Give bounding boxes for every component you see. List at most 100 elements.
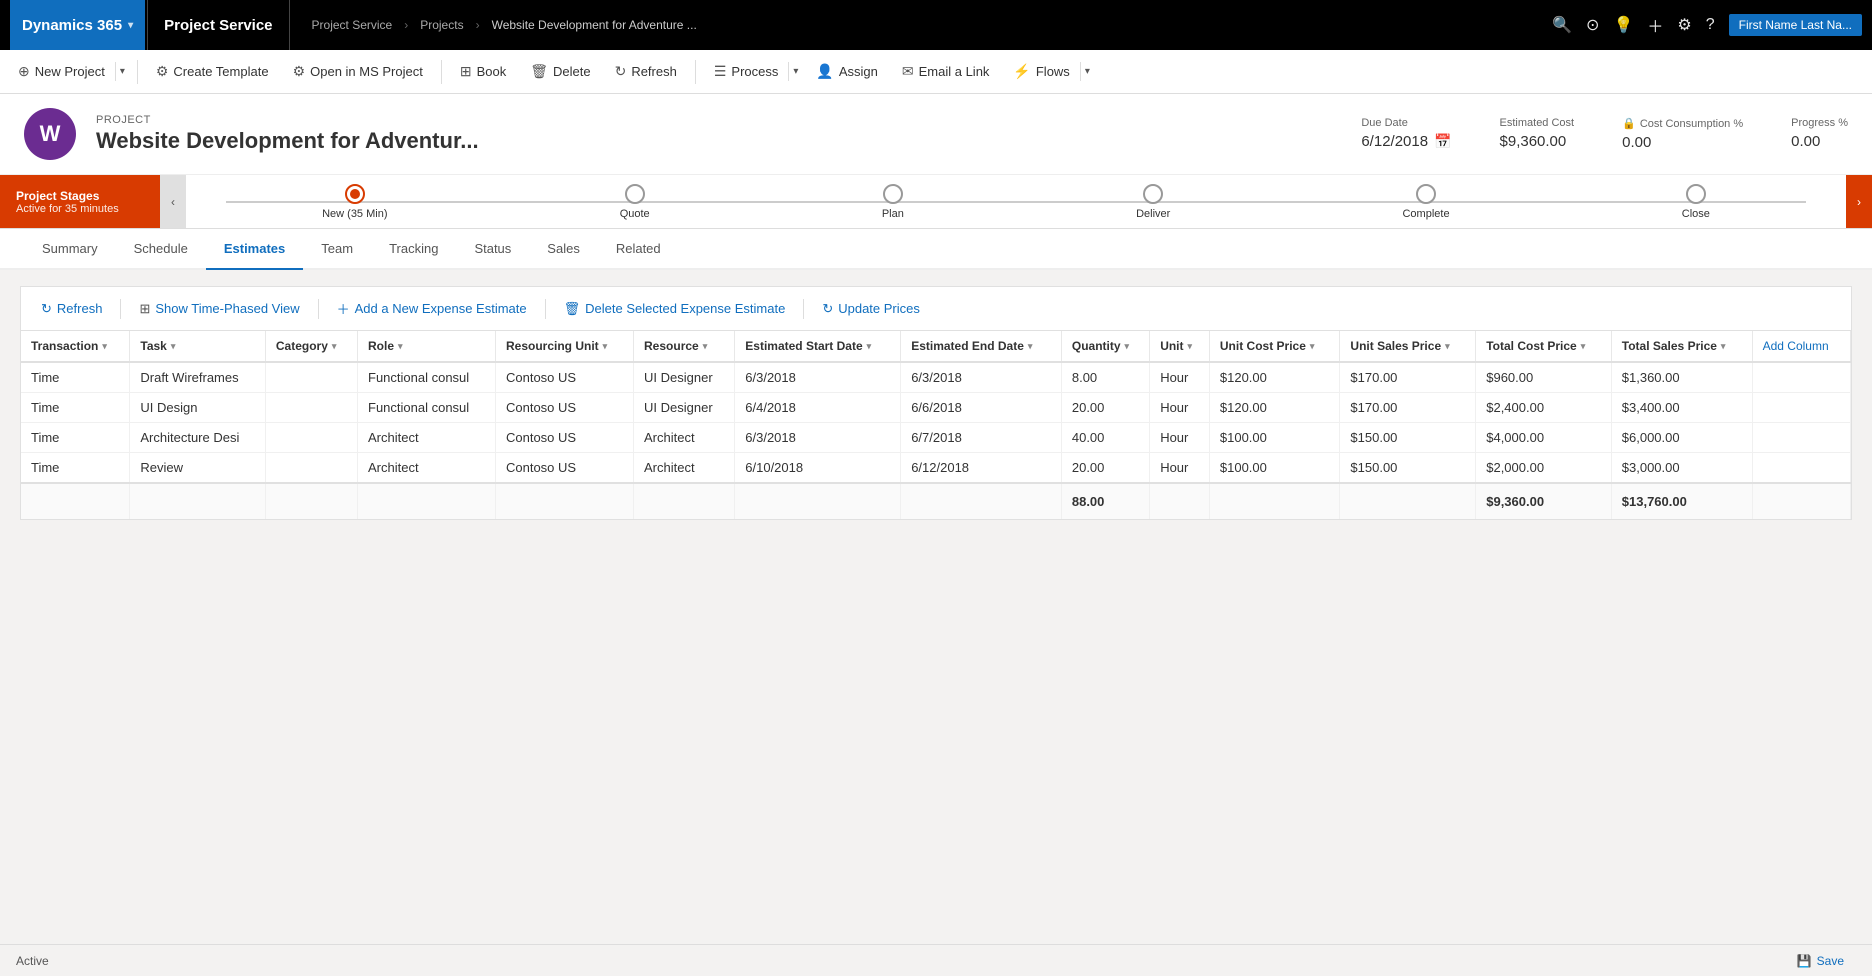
col-header-total-sales-price[interactable]: Total Sales Price ▾	[1611, 331, 1752, 362]
stage-new[interactable]: New (35 Min)	[322, 184, 387, 220]
col-header-unit-sales-price[interactable]: Unit Sales Price ▾	[1340, 331, 1476, 362]
col-header-role[interactable]: Role ▾	[358, 331, 496, 362]
add-expense-icon: ＋	[337, 299, 350, 318]
col-header-start-date[interactable]: Estimated Start Date ▾	[735, 331, 901, 362]
cell-estimatedEndDate-1: 6/6/2018	[901, 393, 1062, 423]
tab-sales[interactable]: Sales	[529, 229, 598, 270]
cell-estimatedStartDate-3: 6/10/2018	[735, 453, 901, 484]
stage-deliver[interactable]: Deliver	[1136, 184, 1170, 220]
breadcrumb-item-1[interactable]: Project Service	[312, 18, 393, 32]
table-row: TimeDraft WireframesFunctional consulCon…	[21, 362, 1851, 393]
sort-icon-transaction: ▾	[102, 341, 107, 352]
estimates-refresh-button[interactable]: ↻ Refresh	[33, 297, 110, 321]
col-header-unit[interactable]: Unit ▾	[1150, 331, 1210, 362]
save-button[interactable]: 💾 Save	[1785, 950, 1856, 972]
col-header-unit-cost-price[interactable]: Unit Cost Price ▾	[1209, 331, 1340, 362]
col-header-total-cost-price[interactable]: Total Cost Price ▾	[1476, 331, 1612, 362]
help-icon[interactable]: ?	[1706, 16, 1715, 34]
dashboard-icon[interactable]: ⊙	[1586, 15, 1599, 35]
plus-icon[interactable]: ＋	[1647, 13, 1663, 37]
update-prices-label: Update Prices	[838, 301, 920, 316]
flows-button[interactable]: ⚡ Flows	[1003, 59, 1079, 84]
cell-totalSalesPrice-0: $1,360.00	[1611, 362, 1752, 393]
cell-unitCostPrice-3: $100.00	[1209, 453, 1340, 484]
update-prices-button[interactable]: ↻ Update Prices	[814, 297, 928, 321]
col-header-end-date[interactable]: Estimated End Date ▾	[901, 331, 1062, 362]
cell-role-3: Architect	[358, 453, 496, 484]
col-header-add-column[interactable]: Add Column	[1752, 331, 1850, 362]
add-expense-estimate-button[interactable]: ＋ Add a New Expense Estimate	[329, 295, 535, 322]
sort-icon-unit-cost-price: ▾	[1310, 341, 1315, 352]
search-icon[interactable]: 🔍	[1552, 15, 1572, 35]
stage-plan[interactable]: Plan	[882, 184, 904, 220]
dynamics-brand[interactable]: Dynamics 365 ▾	[10, 0, 145, 50]
settings-icon[interactable]: ⚙	[1677, 15, 1691, 35]
save-label: Save	[1817, 954, 1844, 968]
col-header-quantity[interactable]: Quantity ▾	[1061, 331, 1149, 362]
table-row: TimeUI DesignFunctional consulContoso US…	[21, 393, 1851, 423]
new-project-button[interactable]: ⊕ New Project	[8, 59, 115, 84]
dynamics-brand-chevron[interactable]: ▾	[128, 20, 133, 31]
delete-button[interactable]: 🗑 Delete	[520, 59, 600, 84]
stage-plan-label: Plan	[882, 208, 904, 220]
col-header-resourcing-unit[interactable]: Resourcing Unit ▾	[495, 331, 633, 362]
sort-icon-total-sales-price: ▾	[1721, 341, 1726, 352]
new-project-icon: ⊕	[18, 63, 30, 80]
cell-addcol-2	[1752, 423, 1850, 453]
tabs-bar: Summary Schedule Estimates Team Tracking…	[0, 229, 1872, 270]
calendar-icon[interactable]: 📅	[1434, 133, 1451, 150]
delete-label: Delete	[553, 64, 591, 79]
delete-icon: 🗑	[530, 63, 548, 80]
stage-new-circle	[345, 184, 365, 204]
lightbulb-icon[interactable]: 💡	[1613, 15, 1633, 35]
flows-split-arrow[interactable]: ▾	[1080, 62, 1094, 81]
project-service-title: Project Service	[147, 0, 288, 50]
sort-icon-resourcing-unit: ▾	[603, 341, 608, 352]
stage-complete[interactable]: Complete	[1402, 184, 1449, 220]
stage-quote[interactable]: Quote	[620, 184, 650, 220]
stages-nav-left[interactable]: ‹	[160, 175, 186, 228]
col-header-transaction[interactable]: Transaction ▾	[21, 331, 130, 362]
process-button[interactable]: ☰ Process	[704, 59, 789, 84]
user-label[interactable]: First Name Last Na...	[1729, 14, 1862, 36]
col-header-task[interactable]: Task ▾	[130, 331, 266, 362]
est-sep-2	[318, 299, 319, 319]
stages-nav-right[interactable]: ›	[1846, 175, 1872, 228]
total-cell-unit	[1150, 483, 1210, 519]
cell-estimatedStartDate-2: 6/3/2018	[735, 423, 901, 453]
cell-category-3	[265, 453, 357, 484]
process-split-arrow[interactable]: ▾	[788, 62, 802, 81]
tab-related[interactable]: Related	[598, 229, 679, 270]
tab-status[interactable]: Status	[456, 229, 529, 270]
cell-category-1	[265, 393, 357, 423]
refresh-button[interactable]: ↻ Refresh	[605, 59, 687, 84]
show-time-phased-button[interactable]: ⊞ Show Time-Phased View	[131, 297, 307, 321]
project-header: W PROJECT Website Development for Advent…	[0, 94, 1872, 175]
create-template-button[interactable]: ⚙ Create Template	[146, 59, 279, 84]
col-header-category[interactable]: Category ▾	[265, 331, 357, 362]
est-sep-4	[803, 299, 804, 319]
estimated-cost-meta: Estimated Cost $9,360.00	[1500, 117, 1575, 151]
cell-role-0: Functional consul	[358, 362, 496, 393]
open-ms-project-button[interactable]: ⚙ Open in MS Project	[283, 59, 433, 84]
cell-resourcingUnit-3: Contoso US	[495, 453, 633, 484]
lock-icon: 🔒	[1622, 117, 1636, 130]
book-button[interactable]: ⊞ Book	[450, 59, 516, 84]
tab-schedule[interactable]: Schedule	[116, 229, 206, 270]
dynamics-brand-label: Dynamics 365	[22, 17, 122, 34]
tab-summary[interactable]: Summary	[24, 229, 116, 270]
assign-button[interactable]: 👤 Assign	[806, 59, 887, 84]
stage-close[interactable]: Close	[1682, 184, 1710, 220]
cell-resource-1: UI Designer	[634, 393, 735, 423]
col-header-resource[interactable]: Resource ▾	[634, 331, 735, 362]
email-link-button[interactable]: ✉ Email a Link	[892, 59, 1000, 84]
due-date-text: 6/12/2018	[1361, 133, 1428, 150]
new-project-split-arrow[interactable]: ▾	[115, 62, 129, 81]
delete-expense-estimate-button[interactable]: 🗑 Delete Selected Expense Estimate	[556, 297, 794, 321]
tab-team[interactable]: Team	[303, 229, 371, 270]
cell-quantity-0: 8.00	[1061, 362, 1149, 393]
tab-estimates[interactable]: Estimates	[206, 229, 303, 270]
cell-totalCostPrice-2: $4,000.00	[1476, 423, 1612, 453]
tab-tracking[interactable]: Tracking	[371, 229, 456, 270]
breadcrumb-item-2[interactable]: Projects	[420, 18, 463, 32]
